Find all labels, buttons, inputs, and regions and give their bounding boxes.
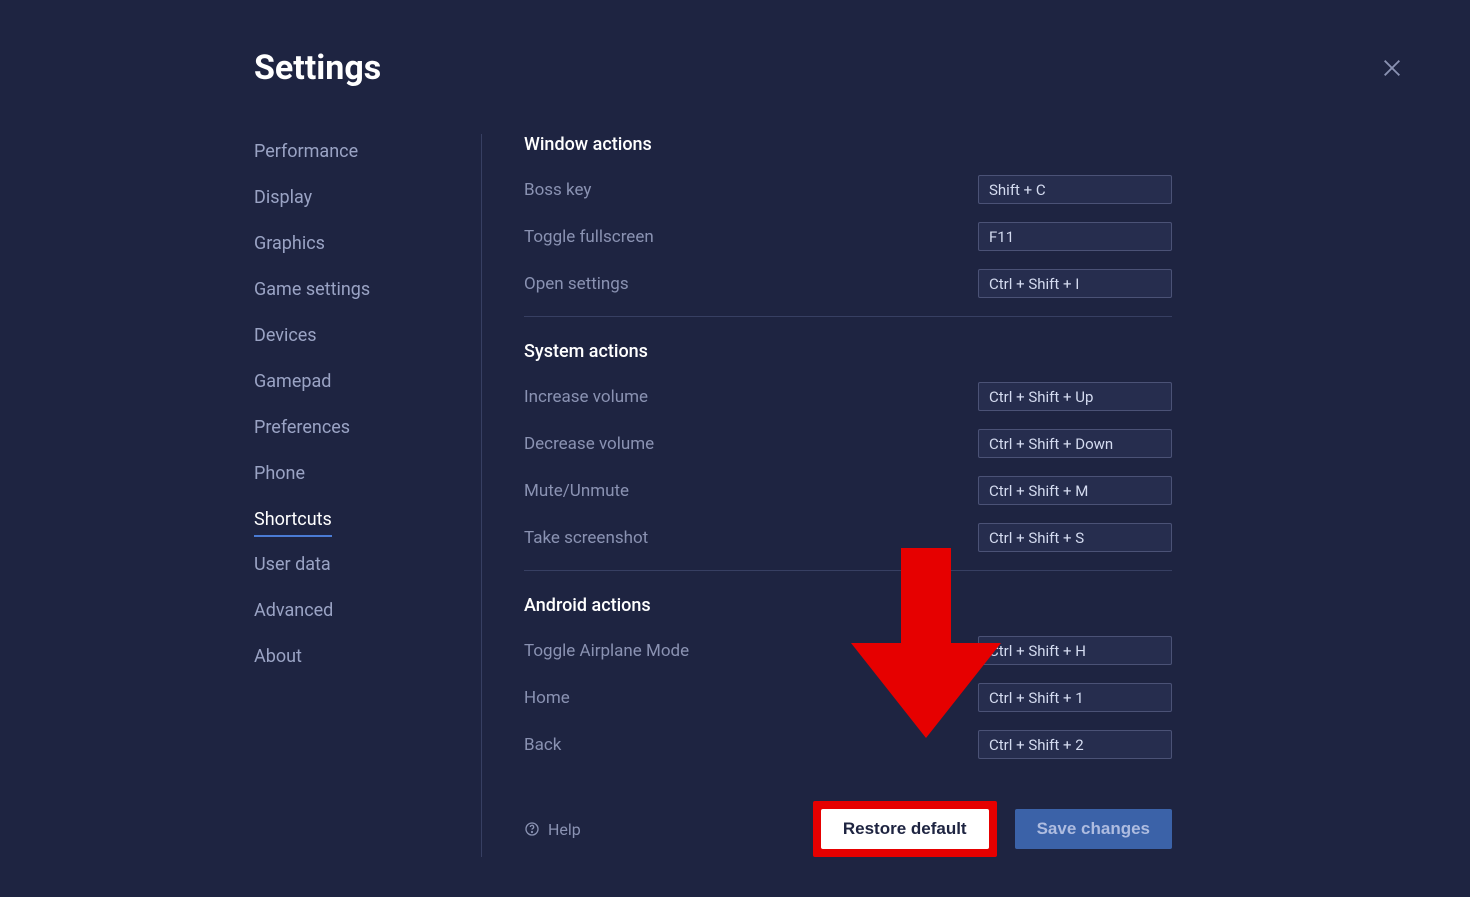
row-back: Back Ctrl + Shift + 2 bbox=[524, 730, 1172, 759]
row-toggle-fullscreen: Toggle fullscreen F11 bbox=[524, 222, 1172, 251]
hotkey-input-back[interactable]: Ctrl + Shift + 2 bbox=[978, 730, 1172, 759]
help-link[interactable]: Help bbox=[524, 820, 581, 839]
hotkey-input-toggle-fullscreen[interactable]: F11 bbox=[978, 222, 1172, 251]
row-home: Home Ctrl + Shift + 1 bbox=[524, 683, 1172, 712]
hotkey-input-open-settings[interactable]: Ctrl + Shift + I bbox=[978, 269, 1172, 298]
shortcuts-panel: Window actions Boss key Shift + C Toggle… bbox=[482, 134, 1172, 857]
help-icon bbox=[524, 821, 540, 837]
row-label: Increase volume bbox=[524, 387, 648, 407]
hotkey-input-toggle-airplane[interactable]: Ctrl + Shift + H bbox=[978, 636, 1172, 665]
row-boss-key: Boss key Shift + C bbox=[524, 175, 1172, 204]
row-take-screenshot: Take screenshot Ctrl + Shift + S bbox=[524, 523, 1172, 552]
divider bbox=[524, 316, 1172, 317]
sidebar-item-shortcuts[interactable]: Shortcuts bbox=[254, 502, 332, 537]
row-label: Home bbox=[524, 688, 570, 708]
annotation-highlight: Restore default bbox=[813, 801, 997, 857]
row-mute-unmute: Mute/Unmute Ctrl + Shift + M bbox=[524, 476, 1172, 505]
sidebar-item-performance[interactable]: Performance bbox=[254, 134, 358, 170]
row-label: Mute/Unmute bbox=[524, 481, 629, 501]
close-icon bbox=[1381, 57, 1403, 79]
divider bbox=[524, 570, 1172, 571]
group-title-system: System actions bbox=[524, 341, 1172, 362]
hotkey-input-mute-unmute[interactable]: Ctrl + Shift + M bbox=[978, 476, 1172, 505]
row-increase-volume: Increase volume Ctrl + Shift + Up bbox=[524, 382, 1172, 411]
hotkey-input-decrease-volume[interactable]: Ctrl + Shift + Down bbox=[978, 429, 1172, 458]
close-button[interactable] bbox=[1378, 54, 1406, 82]
group-title-android: Android actions bbox=[524, 595, 1172, 616]
row-toggle-airplane: Toggle Airplane Mode Ctrl + Shift + H bbox=[524, 636, 1172, 665]
hotkey-input-increase-volume[interactable]: Ctrl + Shift + Up bbox=[978, 382, 1172, 411]
help-label: Help bbox=[548, 820, 581, 839]
sidebar-item-display[interactable]: Display bbox=[254, 180, 312, 216]
hotkey-input-home[interactable]: Ctrl + Shift + 1 bbox=[978, 683, 1172, 712]
page-title: Settings bbox=[254, 48, 1410, 88]
settings-sidebar: Performance Display Graphics Game settin… bbox=[254, 134, 482, 857]
row-label: Back bbox=[524, 735, 561, 755]
row-label: Toggle fullscreen bbox=[524, 227, 654, 247]
sidebar-item-devices[interactable]: Devices bbox=[254, 318, 317, 354]
hotkey-input-boss-key[interactable]: Shift + C bbox=[978, 175, 1172, 204]
row-decrease-volume: Decrease volume Ctrl + Shift + Down bbox=[524, 429, 1172, 458]
sidebar-item-advanced[interactable]: Advanced bbox=[254, 593, 333, 629]
hotkey-input-take-screenshot[interactable]: Ctrl + Shift + S bbox=[978, 523, 1172, 552]
restore-default-button[interactable]: Restore default bbox=[821, 809, 989, 849]
row-label: Toggle Airplane Mode bbox=[524, 641, 689, 661]
sidebar-item-phone[interactable]: Phone bbox=[254, 456, 305, 492]
sidebar-item-gamepad[interactable]: Gamepad bbox=[254, 364, 331, 400]
sidebar-item-about[interactable]: About bbox=[254, 639, 302, 675]
row-label: Decrease volume bbox=[524, 434, 654, 454]
sidebar-item-game-settings[interactable]: Game settings bbox=[254, 272, 370, 308]
sidebar-item-user-data[interactable]: User data bbox=[254, 547, 331, 583]
group-title-window: Window actions bbox=[524, 134, 1172, 155]
save-changes-button[interactable]: Save changes bbox=[1015, 809, 1172, 849]
sidebar-item-preferences[interactable]: Preferences bbox=[254, 410, 350, 446]
row-label: Take screenshot bbox=[524, 528, 648, 548]
sidebar-item-graphics[interactable]: Graphics bbox=[254, 226, 325, 262]
row-open-settings: Open settings Ctrl + Shift + I bbox=[524, 269, 1172, 298]
row-label: Open settings bbox=[524, 274, 629, 294]
row-label: Boss key bbox=[524, 180, 591, 200]
